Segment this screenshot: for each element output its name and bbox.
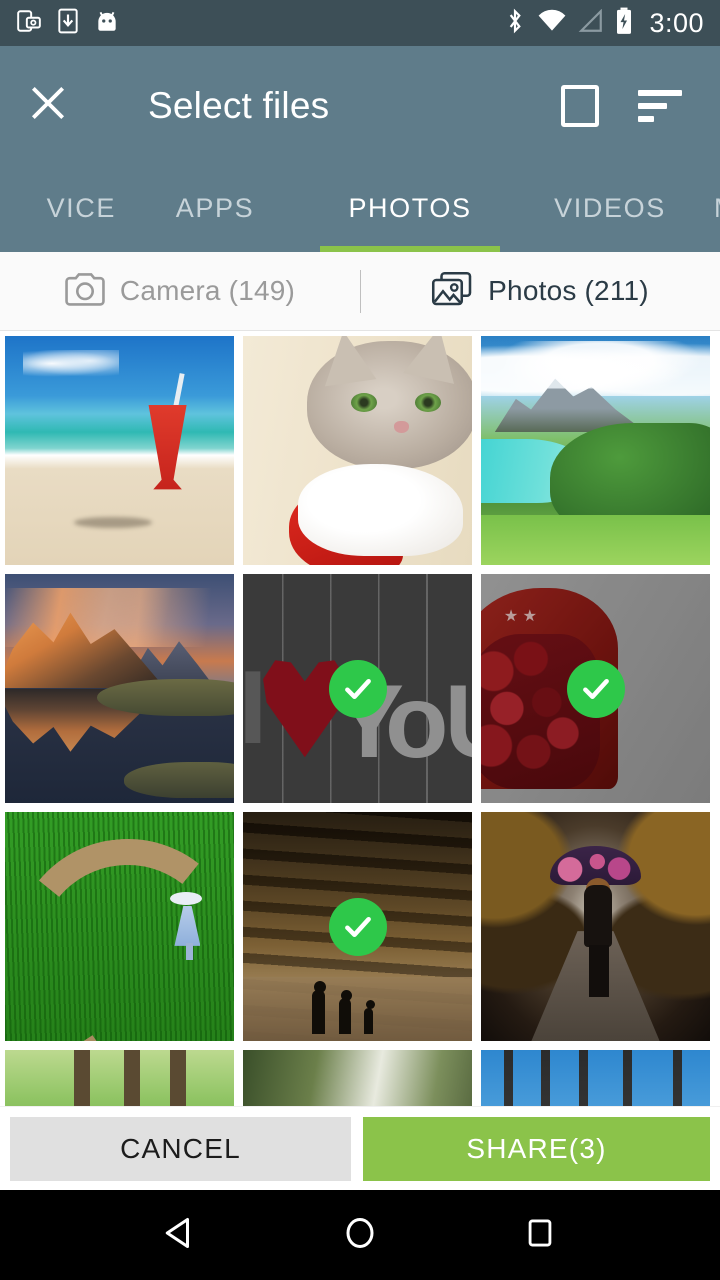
photo-art-sunset-mountain-reflection — [5, 574, 234, 803]
toolbar-actions — [544, 70, 720, 142]
status-bar-notification-icons — [16, 8, 120, 39]
source-subtabs: Camera (149) Photos (211) — [0, 252, 720, 331]
tab-device-label: VICE — [46, 193, 116, 223]
subtab-photos-label: Photos (211) — [488, 275, 649, 306]
photo-thumbnail[interactable] — [5, 336, 234, 565]
selected-check-badge — [328, 659, 387, 718]
wifi-icon — [537, 9, 567, 38]
screenshot-icon — [16, 8, 42, 39]
close-icon — [26, 81, 70, 130]
cancel-button[interactable]: CANCEL — [10, 1116, 351, 1181]
photo-art-green-mountain-lake — [481, 336, 710, 565]
selected-check-badge — [328, 897, 387, 956]
photo-art-cat-in-santa-hat — [243, 336, 472, 565]
android-icon — [94, 8, 120, 39]
nav-recents-button[interactable] — [495, 1190, 585, 1280]
tab-photos-label: PHOTOS — [348, 193, 472, 223]
photo-thumbnail[interactable] — [5, 1050, 234, 1106]
app-toolbar: Select files — [0, 46, 720, 165]
photo-art-yellow-flower-in-hand — [243, 1050, 472, 1106]
category-tabs: VICE APPS PHOTOS VIDEOS MU — [0, 165, 720, 252]
status-bar-clock: 3:00 — [649, 7, 704, 38]
app-screen: 3:00 Select files VICE APPS PHOTOS VIDEO… — [0, 0, 720, 1280]
subtab-camera-label: Camera (149) — [119, 275, 296, 306]
photo-art-birch-trees-blue-sky — [481, 1050, 710, 1106]
page-title: Select files — [148, 84, 330, 126]
photo-thumbnail[interactable] — [481, 336, 710, 565]
photo-art-grass-field-trees — [5, 1050, 234, 1106]
recents-square-icon — [523, 1216, 557, 1255]
photo-thumbnail[interactable] — [481, 1050, 710, 1106]
photo-thumbnail[interactable] — [5, 812, 234, 1041]
tab-videos-label: VIDEOS — [554, 193, 666, 223]
tab-apps-label: APPS — [175, 193, 255, 223]
bluetooth-icon — [504, 8, 526, 39]
photo-thumbnail[interactable] — [481, 812, 710, 1041]
photo-thumbnail[interactable]: I Y o U — [243, 574, 472, 803]
subtab-photos[interactable]: Photos (211) — [360, 252, 720, 330]
signal-icon — [578, 8, 604, 38]
photo-art-beach-cocktail — [5, 336, 234, 565]
subtab-camera[interactable]: Camera (149) — [0, 252, 360, 330]
photo-thumbnail[interactable] — [243, 336, 472, 565]
photo-thumbnail[interactable] — [243, 812, 472, 1041]
selected-check-badge — [566, 659, 625, 718]
sort-icon — [638, 89, 682, 122]
android-navigation-bar — [0, 1190, 720, 1280]
photo-thumbnail[interactable]: ★ ★ POS — [481, 574, 710, 803]
status-bar-system-icons: 3:00 — [504, 7, 704, 40]
tab-videos[interactable]: VIDEOS — [520, 165, 700, 252]
tab-photos[interactable]: PHOTOS — [300, 165, 520, 252]
status-bar: 3:00 — [0, 0, 720, 46]
select-all-button[interactable] — [544, 70, 616, 142]
tab-music[interactable]: MU — [700, 165, 720, 252]
photo-thumbnail[interactable] — [5, 574, 234, 803]
square-icon — [561, 84, 599, 127]
tab-device[interactable]: VICE — [0, 165, 130, 252]
tab-apps[interactable]: APPS — [130, 165, 300, 252]
action-bar: CANCEL SHARE(3) — [0, 1106, 720, 1190]
nav-back-button[interactable] — [135, 1190, 225, 1280]
photo-stack-icon — [431, 271, 473, 312]
photo-grid[interactable]: I Y o U ★ ★ POS — [0, 331, 720, 1106]
nav-home-button[interactable] — [315, 1190, 405, 1280]
download-icon — [56, 8, 80, 39]
photo-art-woman-with-umbrella — [481, 812, 710, 1041]
home-circle-icon — [342, 1215, 378, 1256]
close-button[interactable] — [0, 46, 96, 165]
share-button[interactable]: SHARE(3) — [363, 1116, 710, 1181]
tab-music-label: MU — [714, 193, 720, 224]
camera-icon — [65, 272, 105, 311]
sort-button[interactable] — [624, 70, 696, 142]
battery-charging-icon — [615, 7, 633, 40]
photo-art-boardwalk-through-grass — [5, 812, 234, 1041]
back-triangle-icon — [162, 1215, 198, 1256]
photo-thumbnail[interactable] — [243, 1050, 472, 1106]
